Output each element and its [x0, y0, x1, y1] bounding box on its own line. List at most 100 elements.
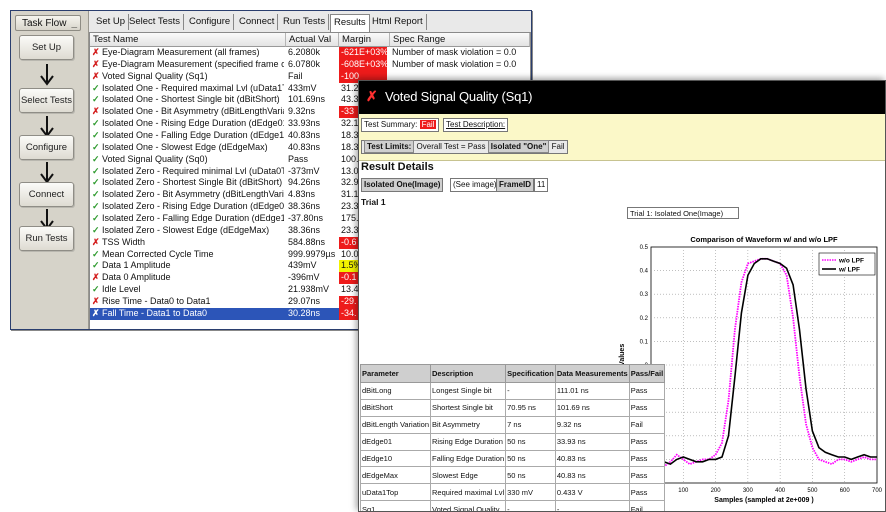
y-tick-label: 0.5 [640, 245, 649, 251]
actual-value-cell: 33.93ns [288, 118, 321, 129]
result-details-title: Result Details [361, 161, 434, 173]
param-column-header: Parameter [360, 364, 431, 383]
tab-select-tests[interactable]: Select Tests [126, 14, 185, 30]
param-cell: 101.69 ns [554, 398, 630, 417]
test-limits-value: Overall Test = Pass [416, 142, 486, 151]
param-cell: Pass [628, 382, 666, 400]
test-name: Eye-Diagram Measurement (specified frame… [102, 58, 284, 69]
param-row: uData1Top Required maximal Lvl 330 mV 0.433… [360, 483, 666, 502]
test-name: Isolated One - Shortest Single bit (dBit… [102, 94, 280, 105]
param-column-header: Description [429, 364, 507, 383]
actual-value-cell: 6.2080k [288, 47, 321, 57]
flow-button-connect[interactable]: Connect [19, 182, 74, 207]
check-icon: ✓ [92, 153, 100, 164]
param-cell: Fail [628, 500, 666, 511]
tab-html-report[interactable]: Html Report [369, 14, 427, 30]
test-name-cell: ✓ Idle Level [90, 284, 284, 296]
check-icon: ✓ [92, 94, 100, 105]
param-cell: 50 ns [505, 466, 556, 485]
tab-results[interactable]: Results [330, 14, 370, 32]
html-report-window: ✗ Voted Signal Quality (Sq1) Test Summar… [358, 80, 886, 512]
check-icon: ✓ [92, 213, 100, 224]
param-cell: dBitLength Variation [360, 415, 431, 434]
test-name: Fall Time - Data1 to Data0 [102, 307, 208, 318]
chart-title: Comparison of Waveform w/ and w/o LPF [690, 235, 838, 244]
actual-value-cell: 6.0780k [288, 58, 321, 69]
flow-button-configure[interactable]: Configure [19, 135, 74, 160]
column-header-spec-range[interactable]: Spec Range [390, 33, 530, 47]
param-column-header: Data Measurements [554, 364, 630, 383]
test-name: Isolated Zero - Bit Asymmetry (dBitLengt… [102, 189, 284, 200]
test-summary-label: Test Summary: [364, 120, 418, 129]
param-column-header: Pass/Fail [628, 364, 666, 383]
task-flow-header[interactable]: Task Flow _ [15, 15, 81, 31]
param-cell: 9.32 ns [554, 415, 630, 434]
test-summary-box: Test Summary: Fail [361, 118, 440, 132]
test-name: Isolated One - Bit Asymmetry (dBitLength… [102, 106, 284, 117]
test-name: Data 1 Amplitude [102, 260, 171, 271]
check-icon: ✓ [92, 260, 100, 271]
param-cell: Required maximal Lvl [429, 483, 507, 502]
tab-configure[interactable]: Configure [186, 14, 235, 30]
test-name-cell: ✓ Voted Signal Quality (Sq0) [90, 154, 284, 166]
test-name-cell: ✗ Eye-Diagram Measurement (specified fram… [90, 59, 284, 71]
test-description-link[interactable]: Test Description: [443, 118, 509, 132]
image-tag: Isolated One(Image) [361, 178, 444, 192]
report-header: ✗ Voted Signal Quality (Sq1) [359, 81, 885, 114]
param-row: Sq1 Voted Signal Quality - - Fail [360, 500, 666, 511]
see-image-link[interactable]: (See image) [450, 178, 500, 192]
isolated-one-label: Isolated "One" [487, 140, 550, 153]
flow-button-setup[interactable]: Set Up [19, 35, 74, 60]
test-name: Data 0 Amplitude [102, 272, 171, 283]
legend-label: w/ LPF [838, 267, 860, 274]
test-name: Idle Level [102, 284, 141, 295]
table-row[interactable]: ✗ Eye-Diagram Measurement (all frames) 6.2… [90, 47, 530, 59]
actual-value-cell: 999.9979µs [288, 248, 336, 259]
table-row[interactable]: ✗ Eye-Diagram Measurement (specified fram… [90, 58, 530, 71]
check-icon: ✓ [92, 118, 100, 129]
x-tick-label: 200 [711, 488, 722, 494]
actual-value-cell: -373mV [288, 165, 320, 176]
check-icon: ✓ [92, 284, 100, 295]
test-name-cell: ✗ TSS Width [90, 237, 284, 249]
param-cell: - [505, 500, 556, 511]
column-header-margin[interactable]: Margin [339, 33, 390, 47]
cross-icon: ✗ [92, 106, 100, 117]
tab-setup[interactable]: Set Up [93, 14, 130, 30]
check-icon: ✓ [92, 177, 100, 188]
actual-value-cell: 101.69ns [288, 94, 326, 105]
fail-icon: ✗ [366, 88, 378, 104]
param-row: dEdge01 Rising Edge Duration 50 ns 33.93 ns… [360, 432, 666, 451]
x-tick-label: 700 [872, 488, 883, 494]
test-summary-status: Fail [419, 120, 437, 129]
test-name: Rise Time - Data0 to Data1 [102, 296, 211, 307]
test-name-cell: ✓ Isolated One - Falling Edge Duration (d… [90, 130, 284, 142]
test-name: TSS Width [102, 236, 146, 247]
param-cell: Rising Edge Duration [429, 432, 507, 451]
param-cell: Bit Asymmetry [429, 415, 507, 434]
test-name: Isolated One - Required maximal Lvl (uDa… [102, 82, 284, 93]
check-icon: ✓ [92, 165, 100, 176]
cross-icon: ✗ [92, 47, 100, 57]
test-limits-box: Test Limits: Overall Test = Pass Isolate… [361, 140, 568, 154]
test-name-cell: ✗ Voted Signal Quality (Sq1) [90, 71, 284, 83]
param-cell: Voted Signal Quality [429, 500, 507, 511]
param-cell: Pass [628, 483, 666, 502]
cross-icon: ✗ [92, 272, 100, 283]
check-icon: ✓ [92, 141, 100, 152]
parameter-table: Parameter Description Specification Data Me… [360, 364, 666, 511]
tab-run-tests[interactable]: Run Tests [280, 14, 330, 30]
actual-value-cell: 4.83ns [288, 189, 316, 200]
flow-button-select-tests[interactable]: Select Tests [19, 88, 74, 113]
param-row: dBitShort Shortest Single bit 70.95 ns 101.… [360, 398, 666, 417]
actual-value-cell: 584.88ns [288, 236, 326, 247]
test-name-cell: ✓ Isolated Zero - Falling Edge Duration (… [90, 213, 284, 225]
column-header-actual-val[interactable]: Actual Val [286, 33, 339, 47]
actual-value-cell: Pass [288, 153, 309, 164]
tab-connect[interactable]: Connect [236, 14, 279, 30]
flow-button-run-tests[interactable]: Run Tests [19, 226, 74, 251]
column-header-test-name[interactable]: Test Name [90, 33, 286, 47]
param-cell: 33.93 ns [554, 432, 630, 451]
minimize-icon[interactable]: _ [71, 16, 77, 32]
actual-value-cell: 40.83ns [288, 130, 321, 141]
